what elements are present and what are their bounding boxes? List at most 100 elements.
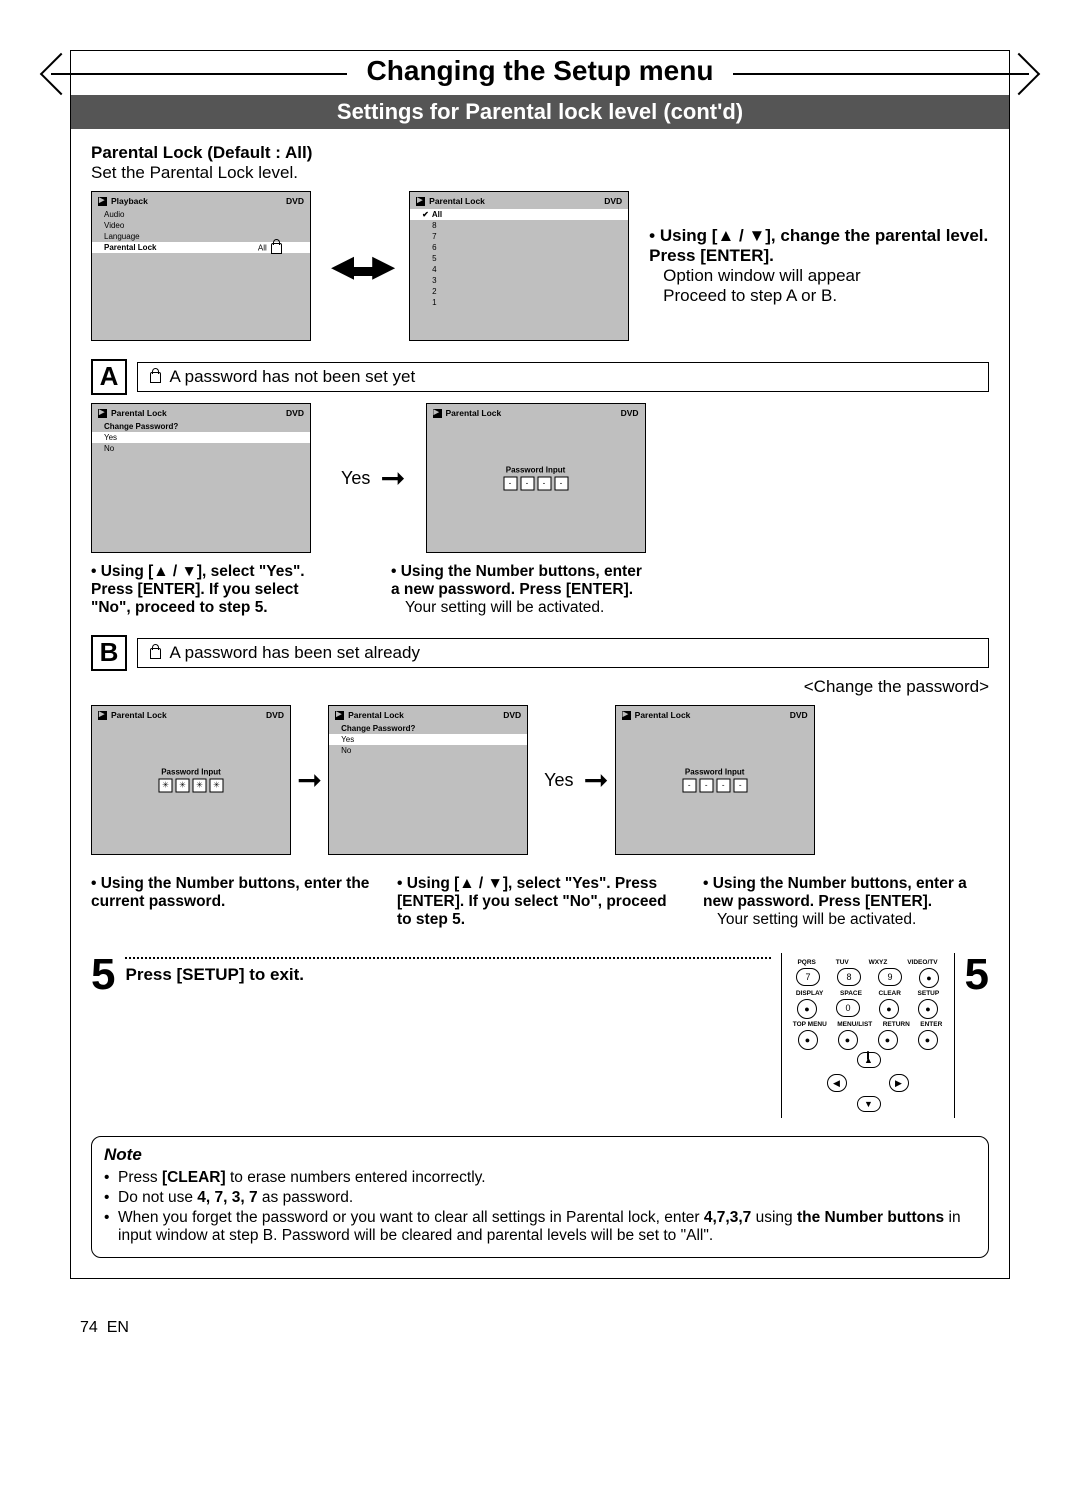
remote-btn-display[interactable]: ●: [797, 999, 817, 1019]
remote-btn-down[interactable]: ▼: [857, 1096, 881, 1112]
osd-b-change-no: No: [341, 746, 351, 755]
remote-label-wxyz: WXYZ: [869, 959, 888, 966]
remote-label-enter: ENTER: [920, 1021, 942, 1028]
remote-btn-topmenu[interactable]: ●: [798, 1030, 818, 1050]
osd-b-pw1-screen: Parental Lock DVD Password Input ✳ ✳ ✳ ✳: [91, 705, 291, 855]
section-b-texts: Using the Number buttons, enter the curr…: [91, 865, 989, 929]
osd-a-change-badge: DVD: [286, 408, 304, 418]
osd-a-pw-header: Parental Lock: [446, 408, 502, 418]
arrow-right-icon: ➞: [380, 461, 405, 496]
osd-b-change-header: Parental Lock: [348, 710, 404, 720]
lock-closed-icon: [150, 648, 161, 659]
osd-row-language: Language: [104, 232, 140, 241]
osd-playback-badge: DVD: [286, 196, 304, 206]
osd-level-2: 2: [432, 287, 436, 296]
remote-btn-0[interactable]: 0: [836, 999, 860, 1017]
section-a-bar: A A password has not been set yet: [91, 359, 989, 395]
remote-dpad: ▲ ▼ ◀ ▶: [823, 1052, 913, 1112]
remote-btn-setup[interactable]: ●: [918, 999, 938, 1019]
step5-number-left: 5: [91, 953, 115, 997]
intro-heading: Parental Lock (Default : All): [91, 143, 312, 162]
play-icon: [433, 409, 442, 418]
intro-block: Parental Lock (Default : All) Set the Pa…: [91, 143, 989, 183]
section-a-yes-label: Yes: [341, 468, 370, 489]
remote-label-space: SPACE: [840, 990, 862, 997]
note-header: Note: [104, 1145, 976, 1165]
instr-top-bold: • Using [▲ / ▼], change the parental lev…: [649, 226, 988, 265]
osd-a-pw-label: Password Input: [503, 466, 568, 475]
osd-a-pw-badge: DVD: [621, 408, 639, 418]
play-icon: [98, 197, 107, 206]
pw-cell: -: [682, 779, 696, 793]
top-row: Playback DVD Audio Video Language Parent…: [91, 191, 989, 341]
remote-btn-enter[interactable]: ●: [918, 1030, 938, 1050]
remote-diagram: PQRS TUV WXYZ VIDEO/TV 7 8 9 ● DISPLAY S…: [781, 953, 955, 1118]
play-icon: [335, 711, 344, 720]
remote-btn-right[interactable]: ▶: [889, 1074, 909, 1092]
pw-cell: ✳: [159, 779, 173, 793]
pw-cell: -: [537, 477, 551, 491]
osd-row-parental: Parental Lock: [104, 243, 156, 252]
osd-b-pw1-label: Password Input: [159, 768, 224, 777]
note-box: Note Press [CLEAR] to erase numbers ente…: [91, 1136, 989, 1258]
step5-text: Press [SETUP] to exit.: [125, 965, 770, 985]
remote-btn-menulist[interactable]: ●: [838, 1030, 858, 1050]
instr-top-line2: Proceed to step A or B.: [663, 286, 837, 306]
osd-row-parental-val: All: [258, 244, 267, 253]
osd-a-change-header: Parental Lock: [111, 408, 167, 418]
osd-a-change-q: Change Password?: [104, 422, 178, 431]
remote-label-videotv: VIDEO/TV: [907, 959, 937, 966]
bracket-right-icon: [998, 53, 1040, 95]
osd-level-6: 6: [432, 243, 436, 252]
osd-row-audio: Audio: [104, 210, 124, 219]
step5-number-right: 5: [965, 953, 989, 997]
section-a-letter: A: [91, 359, 127, 395]
section-a-left-text: Using [▲ / ▼], select "Yes". Press [ENTE…: [91, 563, 331, 617]
play-icon: [98, 711, 107, 720]
osd-level-3: 3: [432, 276, 436, 285]
osd-level-4: 4: [432, 265, 436, 274]
remote-btn-left[interactable]: ◀: [827, 1074, 847, 1092]
remote-btn-videotv[interactable]: ●: [919, 968, 939, 988]
osd-row-video: Video: [104, 221, 124, 230]
section-a-arrow: Yes ➞: [331, 461, 406, 496]
osd-b-change-badge: DVD: [503, 710, 521, 720]
pw-cell: -: [554, 477, 568, 491]
arrow-right-icon: ➞: [297, 763, 322, 798]
osd-b-pw1-header: Parental Lock: [111, 710, 167, 720]
remote-label-return: RETURN: [883, 1021, 910, 1028]
osd-b-pw1-badge: DVD: [266, 710, 284, 720]
play-icon: [416, 197, 425, 206]
osd-playback-header: Playback: [111, 196, 148, 206]
remote-btn-return[interactable]: ●: [878, 1030, 898, 1050]
remote-label-clear: CLEAR: [879, 990, 901, 997]
page-subtitle: Settings for Parental lock level (cont'd…: [71, 95, 1009, 129]
section-b-c3: Using the Number buttons, enter a new pa…: [703, 875, 989, 929]
remote-btn-7[interactable]: 7: [796, 968, 820, 986]
pw-cell: -: [699, 779, 713, 793]
pw-cell: ✳: [193, 779, 207, 793]
remote-btn-up[interactable]: ▲: [857, 1052, 881, 1068]
arrow-right-icon: ➞: [584, 763, 609, 798]
lock-open-icon: [150, 372, 161, 383]
osd-level-5: 5: [432, 254, 436, 263]
osd-a-change-yes: Yes: [104, 433, 117, 442]
page-number: 74 EN: [80, 1319, 1080, 1337]
remote-label-topmenu: TOP MENU: [793, 1021, 827, 1028]
section-b-letter: B: [91, 635, 127, 671]
osd-b-pw2-label: Password Input: [682, 768, 747, 777]
remote-btn-9[interactable]: 9: [878, 968, 902, 986]
top-banner: Changing the Setup menu: [51, 51, 1029, 91]
change-pw-label: <Change the password>: [91, 677, 989, 697]
page-title: Changing the Setup menu: [347, 51, 734, 91]
osd-levels-screen: Parental Lock DVD All 8 7 6 5 4 3 2 1: [409, 191, 629, 341]
osd-level-1: 1: [432, 298, 436, 307]
section-a-right-text: Using the Number buttons, enter a new pa…: [391, 563, 651, 617]
remote-btn-8[interactable]: 8: [837, 968, 861, 986]
osd-a-change-screen: Parental Lock DVD Change Password? Yes N…: [91, 403, 311, 553]
section-b-yes-label: Yes: [544, 770, 573, 791]
osd-b-pw2-badge: DVD: [790, 710, 808, 720]
section-a-title: A password has not been set yet: [170, 367, 416, 386]
remote-btn-clear[interactable]: ●: [879, 999, 899, 1019]
osd-b-change-q: Change Password?: [341, 724, 415, 733]
